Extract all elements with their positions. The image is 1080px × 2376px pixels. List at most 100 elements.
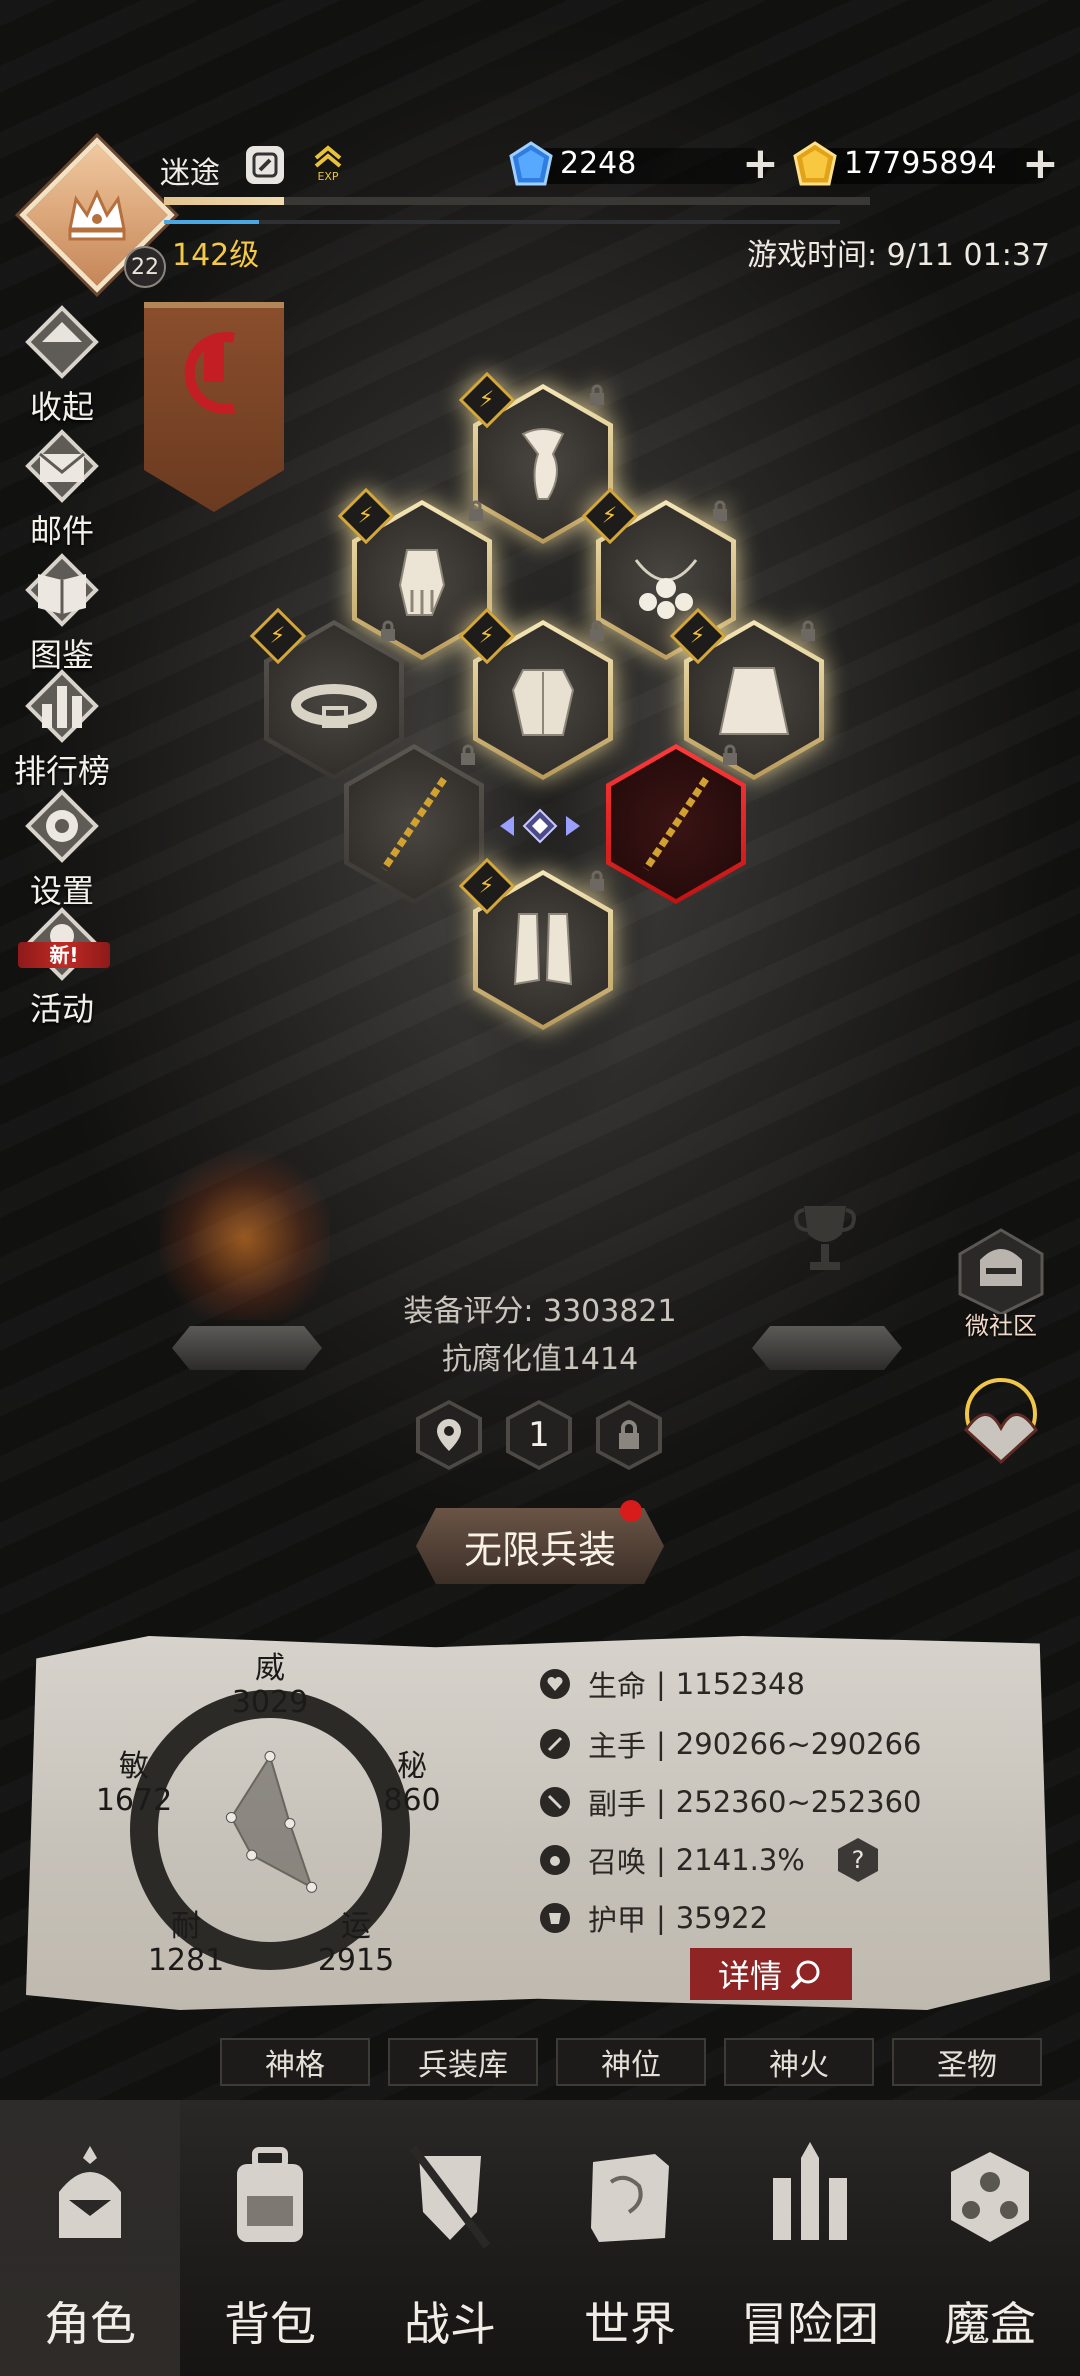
lock-icon <box>801 620 815 641</box>
player-name: 迷途 <box>160 156 220 191</box>
map-icon <box>591 2154 669 2242</box>
experience-bar-fill <box>164 197 285 205</box>
side-codex-button[interactable]: 图鉴 <box>10 552 114 674</box>
nav-battle[interactable]: 战斗 <box>360 2100 540 2376</box>
attr-hp-value: 1152348 <box>675 1667 805 1701</box>
equip-slot-chest[interactable]: ⚡ <box>458 607 613 780</box>
attr-summon-name: 召唤 <box>588 1845 647 1879</box>
notification-dot <box>620 1500 642 1522</box>
stat-nai-value: 1281 <box>147 1943 225 1978</box>
weapon-swap-icon[interactable] <box>490 806 590 846</box>
stat-nai-label: 耐 <box>171 1909 201 1944</box>
nav-world[interactable]: 世界 <box>540 2100 720 2376</box>
equip-slot-off-hand[interactable] <box>606 744 746 904</box>
side-settings-button[interactable]: 设置 <box>10 788 114 910</box>
add-diamond-button[interactable]: + <box>742 142 779 186</box>
nav-character[interactable]: 角色 <box>0 2100 180 2376</box>
collapse-icon <box>25 305 99 379</box>
new-tag: 新! <box>18 942 110 968</box>
stat-mi: 秘 860 <box>352 1750 472 1818</box>
lock-icon <box>590 384 604 405</box>
trophy-icon[interactable] <box>790 1200 860 1280</box>
side-collapse-label: 收起 <box>29 388 94 426</box>
stat-yun: 运 2915 <box>296 1910 416 1978</box>
location-button[interactable] <box>416 1400 482 1470</box>
location-pin-icon <box>437 1419 461 1451</box>
radar-polygon <box>230 1754 314 1890</box>
lock-icon <box>590 620 604 641</box>
side-mail-label: 邮件 <box>29 512 94 550</box>
tab-relics[interactable]: 圣物 <box>892 2038 1042 2086</box>
nav-magic-box[interactable]: 魔盒 <box>900 2100 1080 2376</box>
equip-slot-boots[interactable]: ⚡ <box>458 857 613 1030</box>
stat-min-label: 敏 <box>119 1749 149 1784</box>
diamond-currency: 2248 + <box>506 141 782 186</box>
side-ranking-button[interactable]: 排行榜 <box>10 668 114 790</box>
attr-separator: | <box>656 1785 666 1819</box>
guild-banner[interactable] <box>144 302 284 512</box>
attr-main-hand-name: 主手 <box>588 1729 647 1763</box>
side-event-button[interactable]: 新! 活动 <box>10 906 114 1028</box>
side-ranking-label: 排行榜 <box>13 752 110 790</box>
nav-world-label: 世界 <box>584 2297 676 2351</box>
nav-adventure-group[interactable]: 冒险团 <box>720 2100 900 2376</box>
side-collapse-button[interactable]: 收起 <box>10 304 114 426</box>
top-header: 22 迷途 EXP 142级 游戏时间: 9/11 01:37 2248 + 1… <box>0 0 1080 300</box>
ornament-button[interactable] <box>946 1370 1056 1490</box>
lock-icon <box>461 744 475 765</box>
detail-button[interactable]: 详情 <box>690 1948 852 2000</box>
armor-stat-icon <box>540 1903 570 1933</box>
stat-nai: 耐 1281 <box>126 1910 246 1978</box>
magnifier-icon <box>790 1960 820 1990</box>
community-button[interactable]: 微社区 <box>946 1224 1056 1344</box>
nav-magic-box-label: 魔盒 <box>944 2297 1036 2351</box>
stat-min-value: 1672 <box>95 1783 173 1818</box>
attr-hp-name: 生命 <box>588 1669 647 1703</box>
side-mail-button[interactable]: 邮件 <box>10 428 114 550</box>
backpack-icon <box>237 2147 303 2242</box>
avatar-level-badge: 22 <box>124 246 166 288</box>
lock-icon <box>381 620 395 641</box>
nav-battle-label: 战斗 <box>404 2297 496 2351</box>
gold-gem-icon <box>793 141 837 186</box>
gold-currency: 17795894 + <box>790 141 1062 186</box>
helmet-icon <box>59 2146 121 2238</box>
book-icon <box>25 553 99 627</box>
exp-icon[interactable]: EXP <box>308 142 348 183</box>
guild-emblem-icon <box>184 332 236 414</box>
stat-wei-value: 3029 <box>231 1685 309 1720</box>
blue-gem-icon <box>509 141 553 186</box>
loadout-page-number: 1 <box>510 1404 568 1466</box>
edit-name-icon[interactable] <box>246 146 284 184</box>
secondary-progress-bar <box>164 220 840 224</box>
knight-helmet-icon <box>958 1228 1044 1316</box>
loadout-page-button[interactable]: 1 <box>506 1400 572 1470</box>
nav-adventure-group-label: 冒险团 <box>741 2297 879 2351</box>
gear-icon <box>25 789 99 863</box>
tab-divine-rank[interactable]: 神位 <box>556 2038 706 2086</box>
attr-separator: | <box>656 1727 666 1761</box>
attr-main-hand: 主手 | 290266~290266 <box>540 1724 922 1764</box>
tab-divine-fire[interactable]: 神火 <box>724 2038 874 2086</box>
game-time: 游戏时间: 9/11 01:37 <box>746 238 1050 273</box>
tab-godhood[interactable]: 神格 <box>220 2038 370 2086</box>
location-button-inner <box>420 1404 478 1466</box>
nav-backpack[interactable]: 背包 <box>180 2100 360 2376</box>
radar-point <box>284 1818 296 1830</box>
equipment-score: 装备评分: 3303821 <box>403 1294 677 1329</box>
castle-icon <box>773 2142 847 2240</box>
detail-button-label: 详情 <box>717 1957 782 1995</box>
gauntlet-icon <box>398 549 446 616</box>
attr-off-hand-name: 副手 <box>588 1787 647 1821</box>
corruption-resistance: 抗腐化值1414 <box>441 1342 639 1377</box>
locked-loadout-button[interactable] <box>596 1400 662 1470</box>
tab-armory[interactable]: 兵装库 <box>388 2038 538 2086</box>
belt-icon <box>291 684 377 728</box>
attr-separator: | <box>656 1843 666 1877</box>
exp-icon-text: EXP <box>317 170 338 182</box>
cape-icon <box>718 667 790 735</box>
radar-point <box>225 1811 237 1823</box>
add-gold-button[interactable]: + <box>1022 142 1059 186</box>
lock-icon <box>469 500 483 521</box>
locked-loadout-inner <box>600 1404 658 1466</box>
